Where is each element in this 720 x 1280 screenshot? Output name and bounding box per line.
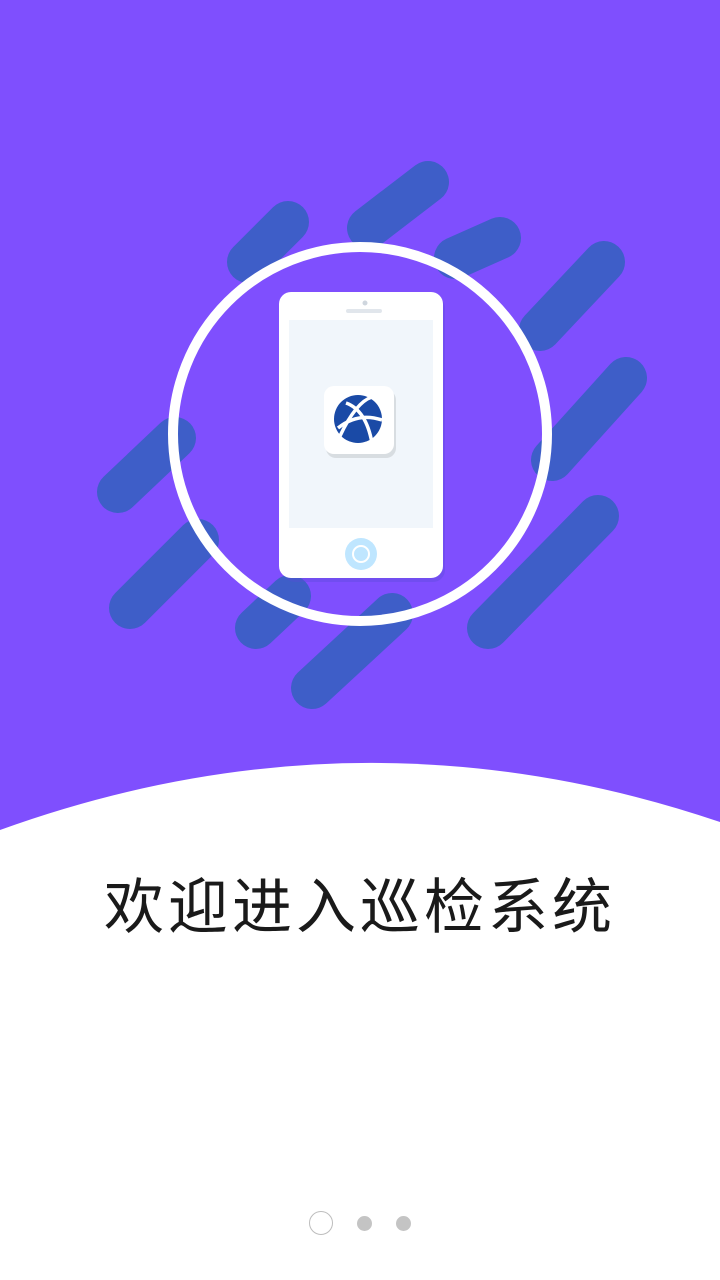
stripe <box>227 201 309 283</box>
splash-screen: 欢迎进入巡检系统 <box>0 0 720 1280</box>
phone-camera <box>362 300 368 306</box>
home-button <box>345 538 377 570</box>
hero-illustration <box>0 0 720 1280</box>
welcome-title: 欢迎进入巡检系统 <box>104 873 616 943</box>
page-indicator <box>0 1208 720 1238</box>
page-dot-2[interactable] <box>357 1215 372 1231</box>
page-dot-3[interactable] <box>396 1215 411 1231</box>
globe-logo-icon <box>324 386 396 458</box>
stripe <box>434 217 521 279</box>
white-curve <box>0 762 720 1280</box>
phone-speaker <box>346 309 382 313</box>
page-dot-1[interactable] <box>309 1211 333 1235</box>
